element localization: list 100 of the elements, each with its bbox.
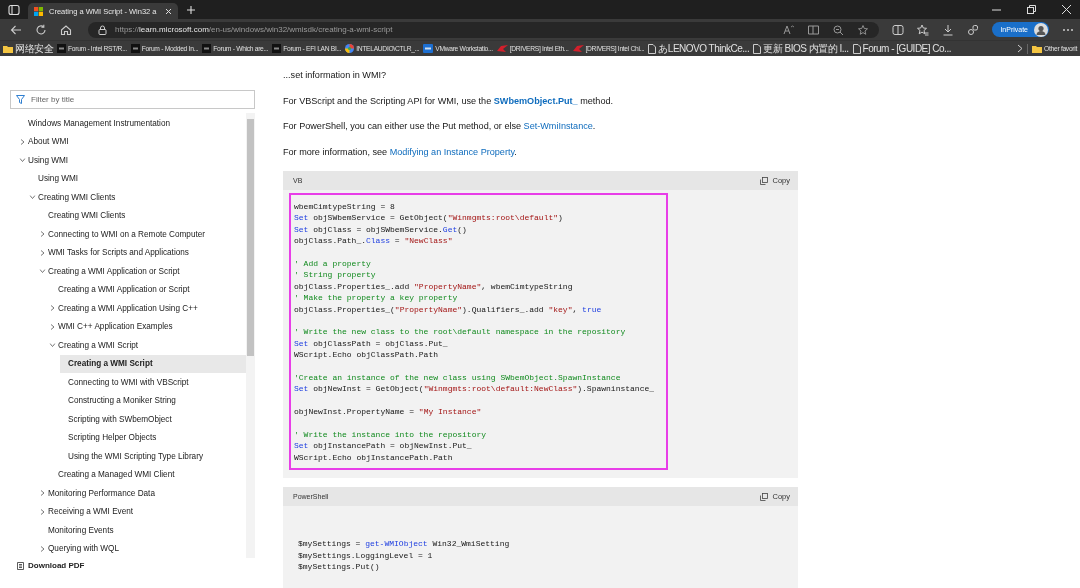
close-icon[interactable] [1062,5,1071,14]
toc-item[interactable]: Connecting to WMI with VBScript [60,373,246,392]
toc-item[interactable]: Monitoring Performance Data [40,484,246,503]
code-line: ' Make the property a key property [294,292,459,304]
new-tab-icon[interactable] [186,4,196,15]
restore-icon[interactable] [1027,5,1036,14]
toc-item[interactable]: Creating a Managed WMI Client [50,465,246,484]
back-icon[interactable] [10,23,22,36]
code-line: Set objNewInst = GetObject("Winmgmts:root\default:NewClass").Spawninstance_ [294,383,655,395]
code-line: objClass.Path_.Class = "NewClass" [294,235,454,247]
chevron-icon[interactable] [40,545,45,552]
reader-icon[interactable] [808,24,820,35]
toc-item[interactable]: Receiving a WMI Event [40,502,246,521]
address-bar[interactable]: https://learn.microsoft.com/en-us/windows/win32/wmisdk/creating-a-wmi-script [88,21,880,38]
split-screen-icon[interactable] [892,23,905,36]
document-icon [17,561,24,570]
toc-item[interactable]: Windows Management Instrumentation [20,114,246,133]
toc-item[interactable]: Scripting with SWbemObject [60,410,246,429]
chevron-icon[interactable] [20,138,25,145]
toc-item[interactable]: Creating a WMI Application or Script [40,262,246,281]
paragraph: For PowerShell, you can either use the Put method, or else Set-WmiInstance. [283,120,597,132]
toc-item[interactable]: About WMI [20,132,246,151]
forum-logo-icon [57,44,66,53]
forum-logo-icon [272,44,282,53]
chevron-icon[interactable] [49,342,56,348]
avatar-icon [1034,22,1048,37]
rog-logo-icon [496,45,508,52]
code-line: WScript.Echo objClassPath.Path [294,349,440,361]
chevron-icon[interactable] [39,268,46,274]
code-line: 'Create an instance of the new class using SWbemObject.SpawnInstance [294,372,622,384]
rog-logo-icon [572,45,584,52]
favorites-icon[interactable] [917,23,930,36]
page-icon [753,43,762,54]
code-line: objClass.Properties_("PropertyName").Qualifiers_.add "key", true [294,303,603,316]
toc-item[interactable]: Constructing a Moniker String [60,391,246,410]
toc-item[interactable]: Querying with WQL [40,539,246,558]
toc-item[interactable]: Monitoring Events [40,521,246,540]
page-icon [648,43,657,54]
paragraph: ...set information in WMI? [283,69,388,81]
code-line: objNewInst.PropertyName = "My Instance" [294,406,483,418]
forum-logo-icon [202,44,212,53]
refresh-icon[interactable] [35,23,47,36]
toc-item[interactable]: Connecting to WMI on a Remote Computer [40,225,246,244]
toc-item[interactable]: WMI Tasks for Scripts and Applications [40,243,246,262]
toc-item[interactable]: WMI C++ Application Examples [50,317,246,336]
read-aloud-icon[interactable] [783,24,795,35]
code-line: Set objInstancePath = objNewInst.Put_ [294,440,473,452]
code-line: Set objSWbemService = GetObject("Winmgmts:root\default") [294,212,564,224]
chevron-icon[interactable] [40,490,45,497]
toc-item[interactable]: Using WMI [20,151,246,170]
star-add-icon[interactable] [858,24,870,35]
paragraph: For more information, see Modifying an Instance Property. [283,145,518,158]
code-line: ' String property [294,269,377,281]
download-icon[interactable] [942,23,955,36]
chevron-icon[interactable] [50,305,55,312]
scrollbar[interactable] [246,113,255,558]
forum-logo-icon [130,44,140,53]
chevron-icon[interactable] [19,157,26,163]
code-line: $mySettings.Put() [298,561,381,573]
bookmark[interactable]: 网络安全 [3,41,53,56]
paragraph: For VBScript and the Scripting API for WMI, use the SWbemObject.Put_ method. [283,94,615,107]
tab-actions-icon[interactable] [8,3,20,16]
copy-icon [760,492,769,501]
bookmark[interactable]: Forum - [GUIDE] Co... [852,43,951,54]
code-line: $mySettings.LoggingLevel = 1 [298,549,434,562]
toc-item[interactable]: Using WMI [30,169,246,188]
link[interactable]: Set-WmiInstance [523,121,593,131]
chevron-icon[interactable] [50,323,55,330]
vmware-logo-icon [423,44,434,53]
toc-item[interactable]: Creating a WMI Application or Script [50,280,246,299]
toc-item[interactable]: Creating a WMI Script [50,336,246,355]
toc-item[interactable]: Scripting Helper Objects [60,428,246,447]
code-line: wbemCimtypeString = 8 [294,201,396,213]
zoom-icon[interactable] [833,24,845,35]
code-line: objClass.Properties_.add "PropertyName", wbemCimtypeString [294,280,574,293]
chevron-icon[interactable] [40,508,45,515]
code-line: $mySettings = get-WMIObject Win32_WmiSetting [298,538,510,550]
toc-item[interactable]: Creating a WMI Application Using C++ [50,299,246,318]
swirl-logo-icon [345,44,355,53]
download-pdf-link[interactable]: Download PDF [10,561,255,570]
filter-icon [16,95,25,104]
code-line: ' Write the new class to the root\default namespace in the repository [294,326,627,338]
toc-item[interactable]: Creating a WMI Script [60,354,246,373]
chevron-icon[interactable] [40,249,45,256]
chevron-icon[interactable] [40,231,45,238]
windows-logo-icon [34,6,43,16]
chevron-right-icon[interactable] [1017,44,1024,53]
bookmark[interactable]: あLENOVO ThinkCe... [648,41,750,56]
toc-item[interactable]: Using the WMI Scripting Type Library [60,447,246,466]
link[interactable]: SWbemObject.Put_ [493,95,578,106]
copy-icon [760,176,769,185]
bookmark[interactable]: 更新 BIOS 内置的 I... [753,41,849,56]
home-icon[interactable] [60,23,72,36]
filter-field[interactable]: Filter by title [10,90,255,109]
toc-item[interactable]: Creating WMI Clients [40,206,246,225]
chevron-icon[interactable] [29,194,36,200]
extensions-icon[interactable] [967,23,980,36]
code-line: Set objClassPath = objClass.Put_ [294,337,449,350]
toc-item[interactable]: Creating WMI Clients [30,188,246,207]
close-icon[interactable] [165,7,172,15]
